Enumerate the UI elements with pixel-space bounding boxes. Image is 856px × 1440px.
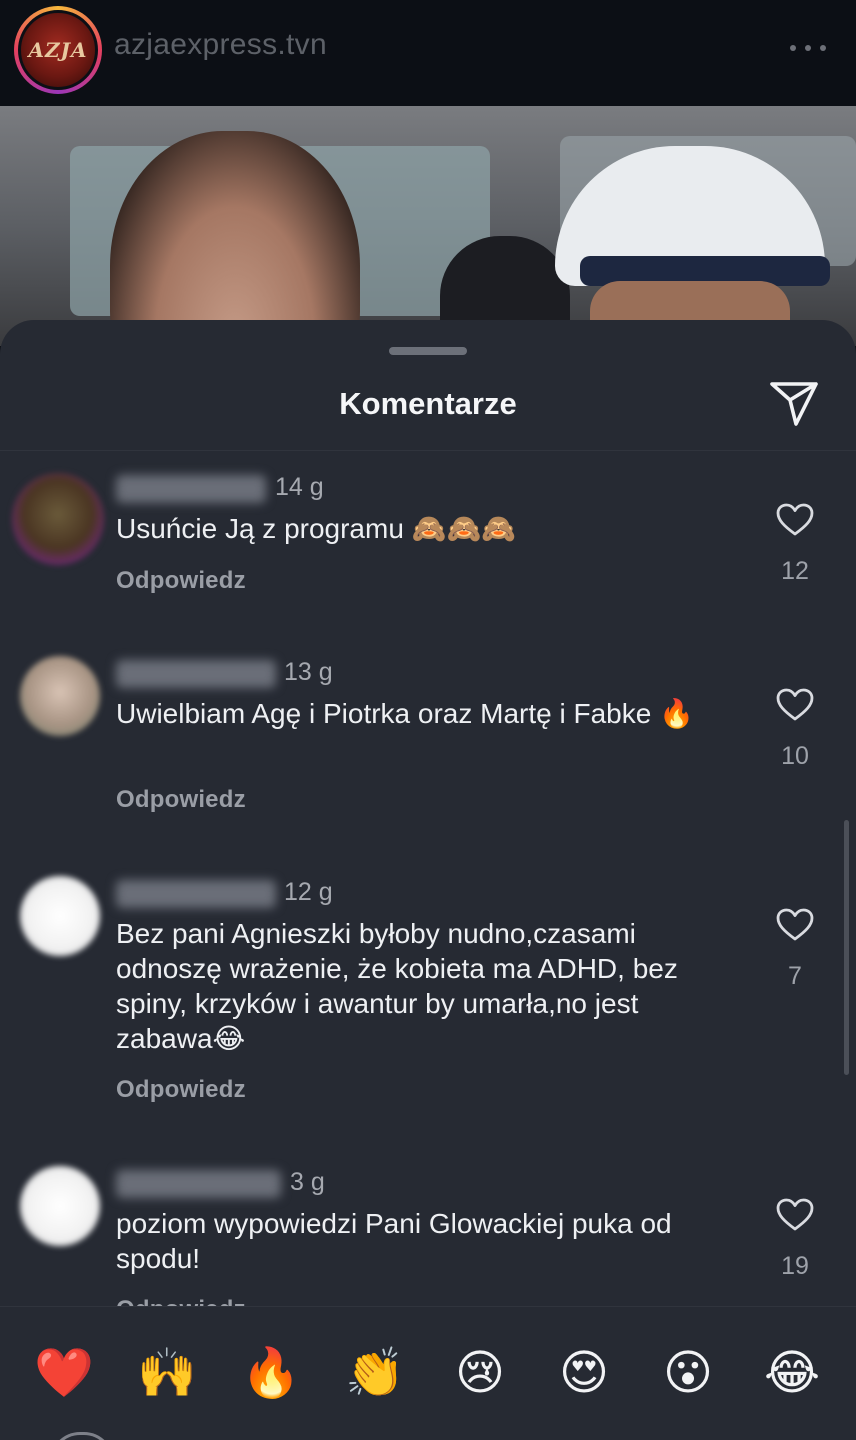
reply-button[interactable]: Odpowiedz bbox=[116, 567, 246, 595]
video-frame bbox=[0, 106, 856, 346]
emoji-surprised-button[interactable]: 😮 bbox=[656, 1341, 720, 1405]
heart-icon[interactable] bbox=[776, 503, 814, 537]
avatar-logo-text: AZJA bbox=[28, 38, 88, 62]
send-icon[interactable] bbox=[766, 378, 822, 428]
comments-sheet: Komentarze 14 g Usuńcie Ją z programu 🙈🙈… bbox=[0, 320, 856, 1440]
emoji-clapping-button[interactable]: 👏 bbox=[343, 1341, 407, 1405]
reply-button[interactable]: Odpowiedz bbox=[116, 786, 246, 814]
comment-text: Usuńcie Ją z programu 🙈🙈🙈 bbox=[116, 513, 517, 544]
comment-text: poziom wypowiedzi Pani Glowackiej puka o… bbox=[116, 1208, 672, 1274]
heart-icon[interactable] bbox=[776, 1198, 814, 1232]
instagram-reel-screen: AZJA azjaexpress.tvn Komentarze 14 g Usu… bbox=[0, 0, 856, 1440]
commenter-username[interactable] bbox=[116, 475, 266, 503]
account-username[interactable]: azjaexpress.tvn bbox=[114, 28, 327, 62]
comment-time: 3 g bbox=[290, 1168, 325, 1196]
like-count: 12 bbox=[781, 557, 809, 585]
emoji-crying-button[interactable]: 😢 bbox=[448, 1341, 512, 1405]
commenter-avatar[interactable] bbox=[20, 1166, 100, 1246]
account-avatar-image: AZJA bbox=[18, 10, 98, 90]
more-horizontal-icon[interactable] bbox=[790, 38, 826, 58]
comment-list[interactable]: 14 g Usuńcie Ją z programu 🙈🙈🙈 Odpowiedz… bbox=[0, 451, 856, 1307]
scrollbar[interactable] bbox=[844, 820, 849, 1075]
comment-text: Uwielbiam Agę i Piotrka oraz Martę i Fab… bbox=[116, 698, 694, 729]
emoji-raised-hands-button[interactable]: 🙌 bbox=[135, 1341, 199, 1405]
commenter-username[interactable] bbox=[116, 1170, 281, 1198]
account-avatar[interactable]: AZJA bbox=[14, 6, 102, 94]
emoji-reaction-bar: ❤️ 🙌 🔥 👏 😢 😍 😮 😂 bbox=[0, 1306, 856, 1440]
sheet-title: Komentarze bbox=[339, 386, 517, 421]
like-count: 19 bbox=[781, 1252, 809, 1280]
emoji-heart-eyes-button[interactable]: 😍 bbox=[552, 1341, 616, 1405]
emoji-laughing-button[interactable]: 😂 bbox=[760, 1341, 824, 1405]
commenter-avatar[interactable] bbox=[12, 473, 104, 565]
commenter-avatar[interactable] bbox=[20, 876, 100, 956]
like-count: 10 bbox=[781, 742, 809, 770]
heart-icon[interactable] bbox=[776, 908, 814, 942]
sheet-drag-handle[interactable] bbox=[389, 347, 467, 355]
heart-icon[interactable] bbox=[776, 688, 814, 722]
comment-time: 14 g bbox=[275, 473, 324, 501]
commenter-username[interactable] bbox=[116, 880, 276, 908]
comment-text: Bez pani Agnieszki byłoby nudno,czasami … bbox=[116, 918, 678, 1054]
like-count: 7 bbox=[788, 962, 802, 990]
emoji-heart-button[interactable]: ❤️ bbox=[32, 1341, 96, 1405]
emoji-fire-button[interactable]: 🔥 bbox=[239, 1341, 303, 1405]
post-header: AZJA azjaexpress.tvn bbox=[0, 0, 856, 106]
comment-time: 13 g bbox=[284, 658, 333, 686]
commenter-avatar[interactable] bbox=[20, 656, 100, 736]
reply-button[interactable]: Odpowiedz bbox=[116, 1076, 246, 1104]
commenter-username[interactable] bbox=[116, 660, 276, 688]
comment-time: 12 g bbox=[284, 878, 333, 906]
